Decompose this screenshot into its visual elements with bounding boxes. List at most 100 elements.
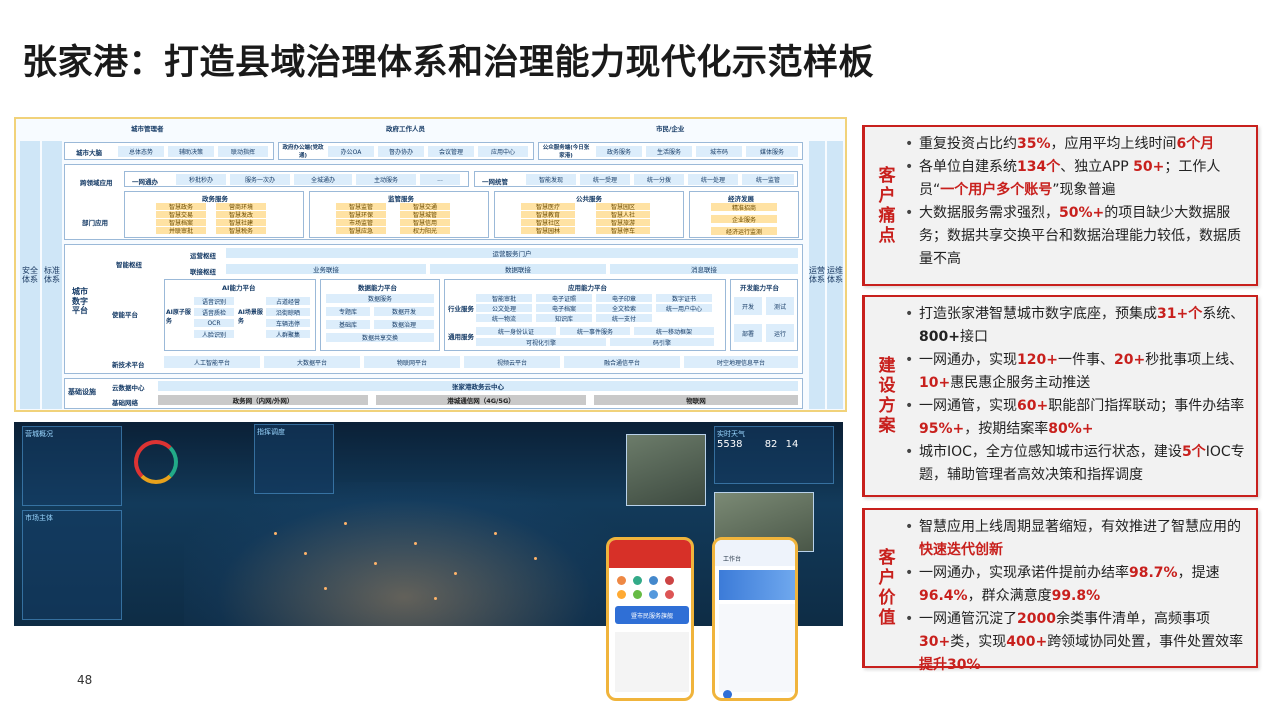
common-item: 码引擎 — [610, 338, 714, 347]
bullet-text: ，群众满意度 — [967, 588, 1052, 604]
role-manager: 城市管理者 — [131, 125, 164, 133]
tech-item: 人工智能平台 — [164, 356, 260, 368]
bullet-text: 惠民惠企服务主动推送 — [950, 375, 1091, 391]
bullet-text: 400+ — [1006, 634, 1048, 650]
ai-item: 语音质检 — [194, 308, 234, 317]
bullet-text: 50%+ — [1059, 205, 1105, 221]
gov-office-label: 政府办公端(党政通) — [282, 145, 324, 159]
city-brain-item: 联动指挥 — [218, 146, 268, 157]
group-item: 智慧交通 — [400, 203, 450, 211]
bullet-text: ”现象普遍 — [1052, 182, 1116, 198]
dev-item: 开发 — [734, 297, 762, 315]
group-item: 智慧城管 — [400, 211, 450, 219]
group-item: 智慧监管 — [336, 203, 386, 211]
link-item: 消息联接 — [610, 264, 798, 274]
group-item: 智慧政务 — [156, 203, 206, 211]
data-item: 基础库 — [326, 320, 370, 329]
bullet-text: 20+ — [1113, 352, 1146, 368]
industry-item: 统一支付 — [596, 314, 652, 323]
phone-title: 工作台 — [715, 540, 795, 566]
city-brain-label: 城市大脑 — [76, 149, 102, 157]
right-panel: 实时天气 5538 82 14 — [714, 426, 834, 484]
industry-item: 统一用户中心 — [656, 304, 712, 313]
data-item: 数据共享交换 — [326, 333, 434, 342]
bullet-text: 一件事、 — [1057, 352, 1114, 368]
gov-office-item: 办公OA — [328, 146, 374, 157]
phone-staff-app: 工作台 — [712, 537, 798, 701]
unified-item: 统一监管 — [742, 174, 794, 185]
industry-item: 全文检索 — [596, 304, 652, 313]
bullet-text: 31+个 — [1157, 306, 1203, 322]
bullet-text: 80%+ — [1048, 421, 1094, 437]
dev-item: 测试 — [766, 297, 794, 315]
ai-platform-label: AI能力平台 — [222, 284, 256, 292]
bullet-text: ，应用平均上线时间 — [1050, 136, 1177, 152]
cloud-bar: 张家港政务云中心 — [158, 381, 798, 391]
industry-item: 数字证书 — [656, 294, 712, 303]
ai-item: 人脸识别 — [194, 330, 234, 339]
card-list: 智慧应用上线周期显著缩短，有效推进了智慧应用的快速迭代创新一网通办，实现承诺件提… — [903, 516, 1248, 677]
network-item: 港城通信网（4G/5G） — [376, 395, 586, 405]
left-panel-top: 营城概况 — [22, 426, 122, 506]
bullet-item: 各单位自建系统134个、独立APP 50+；工作人员“一个用户多个账号”现象普遍 — [903, 156, 1248, 202]
group-item: 智慧园林 — [521, 227, 575, 235]
network-label: 基础网络 — [112, 399, 138, 407]
infra-label: 基础设施 — [68, 388, 96, 396]
dev-platform-label: 开发能力平台 — [740, 284, 779, 292]
public-service-item: 生活服务 — [646, 146, 692, 157]
bullet-text: 一个用户多个账号 — [940, 182, 1053, 198]
ai-scene-item: 沿街晾晒 — [266, 308, 310, 317]
camera-feed — [626, 434, 706, 506]
group-item: 智慧医疗 — [521, 203, 575, 211]
ai-service-label: AI原子服务 — [166, 309, 191, 325]
left-panel-bottom: 市场主体 — [22, 510, 122, 620]
bullet-text: 120+ — [1017, 352, 1058, 368]
bullet-text: 60+ — [1017, 398, 1049, 414]
app-platform-label: 应用能力平台 — [568, 284, 607, 292]
industry-item: 智能审批 — [476, 294, 532, 303]
link-item: 业务联接 — [226, 264, 426, 274]
maintenance-system: 运维体系 — [827, 141, 843, 409]
bullet-text: 800+ — [919, 329, 960, 345]
industry-item: 统一物流 — [476, 314, 532, 323]
group-item: 智慧档案 — [156, 219, 206, 227]
panel-title: 实时天气 — [717, 430, 745, 438]
group-title: 公共服务 — [576, 195, 602, 203]
unified-item: 统一处理 — [688, 174, 738, 185]
card-solution: 建设方案 打造张家港智慧城市数字底座，预集成31+个系统、 800+接口一网通办，… — [862, 295, 1258, 497]
group-item: 精准招商 — [711, 203, 777, 212]
bullet-item: 一网通办，实现120+一件事、20+秒批事项上线、 10+惠民惠企服务主动推送 — [903, 349, 1248, 395]
bullet-text: 打造张家港智慧城市数字底座，预集成 — [919, 306, 1157, 322]
role-citizen: 市民/企业 — [656, 125, 685, 133]
unified-item: 智能发现 — [526, 174, 576, 185]
group-title: 经济发展 — [728, 195, 754, 203]
bullet-item: 打造张家港智慧城市数字底座，预集成31+个系统、 800+接口 — [903, 303, 1248, 349]
group-item: 智慧人社 — [596, 211, 650, 219]
page-number: 48 — [77, 673, 93, 687]
dept-apps-label: 部门应用 — [82, 219, 108, 227]
card-heading: 建设方案 — [874, 356, 895, 436]
dev-item: 运行 — [766, 324, 794, 342]
bullet-text: 系统、 — [1202, 306, 1245, 322]
group-item: 经济运行监测 — [711, 227, 777, 236]
phone-header — [609, 540, 691, 568]
unified-item: 统一受理 — [580, 174, 630, 185]
industry-item: 电子证照 — [536, 294, 592, 303]
data-platform-label: 数据能力平台 — [358, 284, 397, 292]
bullet-text: 50+ — [1133, 159, 1165, 175]
bullet-text: 10+ — [919, 375, 951, 391]
architecture-diagram: 城市管理者 政府工作人员 市民/企业 安全体系 标准体系 运营体系 运维体系 城… — [14, 117, 847, 412]
phone-citizen-app: 暨市民服务旗舰 — [606, 537, 694, 701]
link-hub-label: 联接枢纽 — [190, 268, 216, 276]
public-service-item: 媒体服务 — [746, 146, 798, 157]
city-brain-item: 辅助决策 — [168, 146, 214, 157]
bullet-text: 134个 — [1017, 159, 1061, 175]
group-item: 智慧信用 — [400, 219, 450, 227]
bullet-text: 各单位自建系统 — [919, 159, 1017, 175]
bullet-text: 、独立APP — [1060, 159, 1134, 175]
group-item: 智慧园区 — [596, 203, 650, 211]
bullet-text: ，按期结案率 — [964, 421, 1049, 437]
group-item: 智慧交易 — [156, 211, 206, 219]
data-item: 数据治理 — [374, 320, 434, 329]
common-item: 统一身份认证 — [476, 327, 556, 336]
